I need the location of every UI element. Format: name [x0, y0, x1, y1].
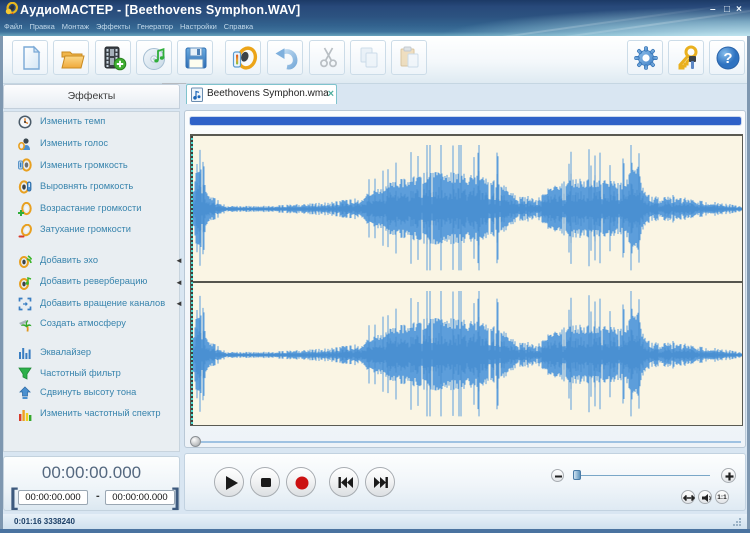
- svg-text:?: ?: [723, 50, 732, 67]
